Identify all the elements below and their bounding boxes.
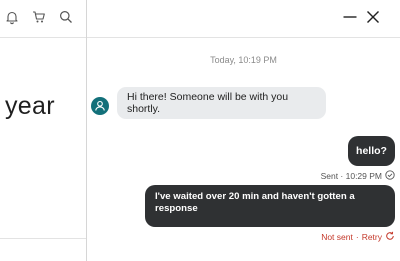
retry-icon[interactable] — [385, 231, 395, 243]
not-sent-text: Not sent — [321, 232, 353, 242]
chat-window: Today, 10:19 PM Hi there! Someone will b… — [87, 0, 400, 261]
check-circle-icon — [385, 170, 395, 182]
minimize-icon[interactable] — [342, 9, 358, 25]
background-page: year — [0, 0, 86, 261]
sent-status-text: Sent · 10:29 PM — [320, 171, 382, 181]
user-message-text: hello? — [356, 145, 387, 157]
user-message-failed: I've waited over 20 min and haven't gott… — [145, 185, 395, 227]
close-icon[interactable] — [365, 9, 381, 25]
agent-message-text: Hi there! Someone will be with you short… — [127, 91, 289, 115]
conversation-timestamp: Today, 10:19 PM — [210, 55, 277, 65]
user-message: hello? — [348, 136, 395, 166]
status-separator: · — [355, 232, 359, 242]
message-status-failed: Not sent · Retry — [321, 231, 395, 243]
agent-message: Hi there! Someone will be with you short… — [117, 87, 326, 119]
cart-icon[interactable] — [31, 9, 47, 25]
message-status-sent: Sent · 10:29 PM — [321, 170, 395, 182]
chat-header — [87, 0, 400, 38]
failed-message-text: I've waited over 20 min and haven't gott… — [155, 191, 355, 214]
bell-icon[interactable] — [4, 9, 20, 25]
user-icon — [95, 100, 105, 111]
retry-link[interactable]: Retry — [362, 232, 382, 242]
page-heading-fragment: year — [5, 92, 55, 120]
search-icon[interactable] — [58, 9, 74, 25]
agent-avatar — [91, 97, 109, 115]
page-divider — [0, 238, 86, 239]
site-toolbar — [0, 0, 86, 38]
